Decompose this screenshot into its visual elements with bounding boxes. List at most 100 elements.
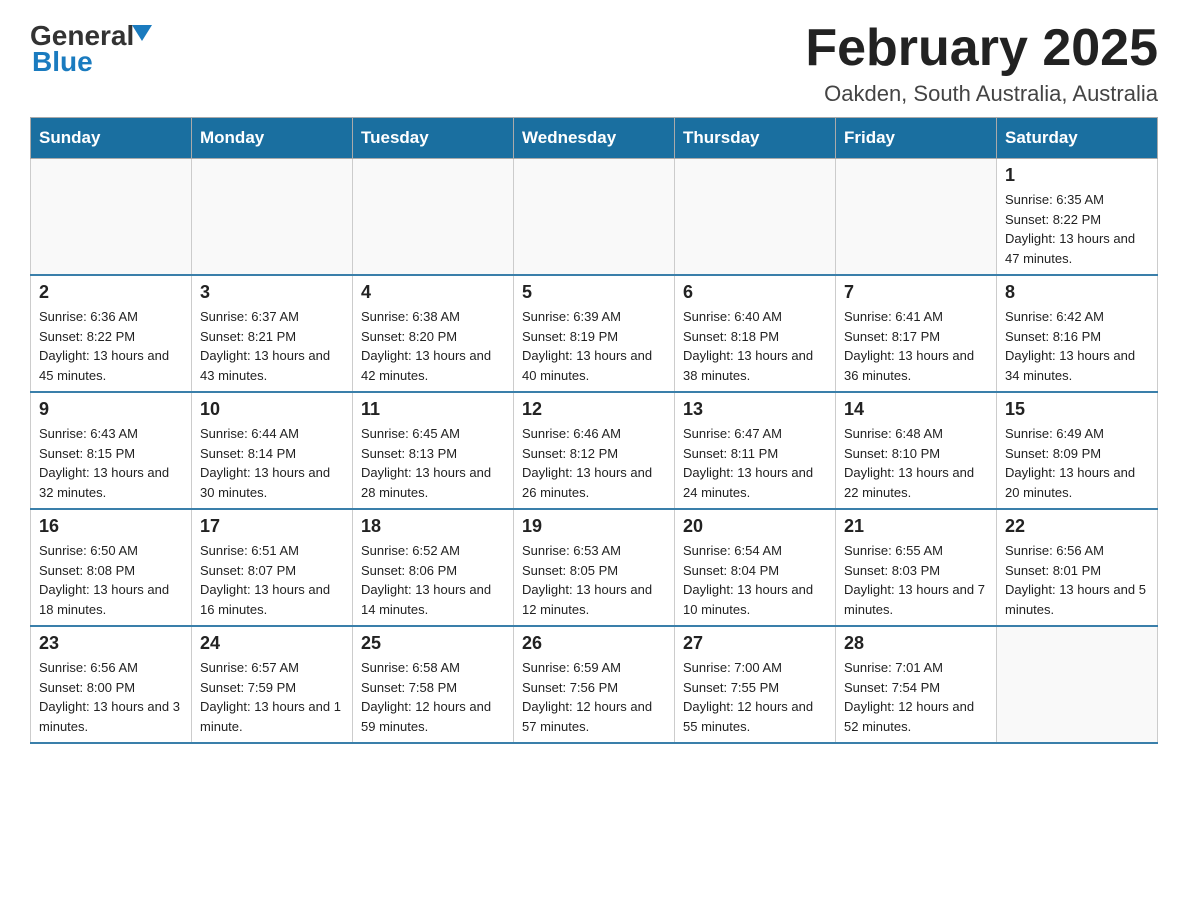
calendar-cell: 12 Sunrise: 6:46 AMSunset: 8:12 PMDayligh… (514, 392, 675, 509)
calendar-body: 1 Sunrise: 6:35 AMSunset: 8:22 PMDaylight… (31, 159, 1158, 744)
day-number: 24 (200, 633, 344, 654)
calendar-header: Sunday Monday Tuesday Wednesday Thursday… (31, 118, 1158, 159)
col-monday: Monday (192, 118, 353, 159)
calendar-cell: 23Sunrise: 6:56 AMSunset: 8:00 PMDayligh… (31, 626, 192, 743)
calendar-week-3: 9 Sunrise: 6:43 AMSunset: 8:15 PMDaylight… (31, 392, 1158, 509)
calendar-week-4: 16Sunrise: 6:50 AMSunset: 8:08 PMDayligh… (31, 509, 1158, 626)
calendar-cell: 10Sunrise: 6:44 AMSunset: 8:14 PMDayligh… (192, 392, 353, 509)
calendar-week-2: 2 Sunrise: 6:36 AMSunset: 8:22 PMDaylight… (31, 275, 1158, 392)
col-saturday: Saturday (997, 118, 1158, 159)
day-number: 2 (39, 282, 183, 303)
calendar-cell: 3 Sunrise: 6:37 AMSunset: 8:21 PMDaylight… (192, 275, 353, 392)
calendar-cell: 7 Sunrise: 6:41 AMSunset: 8:17 PMDaylight… (836, 275, 997, 392)
day-info: Sunrise: 6:42 AMSunset: 8:16 PMDaylight:… (1005, 307, 1149, 385)
col-wednesday: Wednesday (514, 118, 675, 159)
day-number: 13 (683, 399, 827, 420)
day-number: 23 (39, 633, 183, 654)
calendar-cell: 13 Sunrise: 6:47 AMSunset: 8:11 PMDayligh… (675, 392, 836, 509)
day-number: 26 (522, 633, 666, 654)
calendar-cell: 11Sunrise: 6:45 AMSunset: 8:13 PMDayligh… (353, 392, 514, 509)
day-number: 4 (361, 282, 505, 303)
day-number: 22 (1005, 516, 1149, 537)
location-subtitle: Oakden, South Australia, Australia (805, 81, 1158, 107)
day-info: Sunrise: 6:55 AMSunset: 8:03 PMDaylight:… (844, 541, 988, 619)
day-number: 20 (683, 516, 827, 537)
day-info: Sunrise: 6:37 AMSunset: 8:21 PMDaylight:… (200, 307, 344, 385)
day-info: Sunrise: 6:51 AMSunset: 8:07 PMDaylight:… (200, 541, 344, 619)
calendar-cell: 22 Sunrise: 6:56 AMSunset: 8:01 PMDayligh… (997, 509, 1158, 626)
day-info: Sunrise: 6:47 AMSunset: 8:11 PMDaylight:… (683, 424, 827, 502)
calendar-cell: 24Sunrise: 6:57 AMSunset: 7:59 PMDayligh… (192, 626, 353, 743)
day-info: Sunrise: 6:46 AMSunset: 8:12 PMDaylight:… (522, 424, 666, 502)
day-info: Sunrise: 6:54 AMSunset: 8:04 PMDaylight:… (683, 541, 827, 619)
calendar-cell: 18Sunrise: 6:52 AMSunset: 8:06 PMDayligh… (353, 509, 514, 626)
day-number: 12 (522, 399, 666, 420)
day-number: 14 (844, 399, 988, 420)
day-number: 10 (200, 399, 344, 420)
calendar-cell (514, 159, 675, 276)
calendar-cell: 15Sunrise: 6:49 AMSunset: 8:09 PMDayligh… (997, 392, 1158, 509)
calendar-cell: 4Sunrise: 6:38 AMSunset: 8:20 PMDaylight… (353, 275, 514, 392)
calendar-cell: 2 Sunrise: 6:36 AMSunset: 8:22 PMDaylight… (31, 275, 192, 392)
logo-blue-text: Blue (32, 46, 93, 78)
calendar-cell: 1 Sunrise: 6:35 AMSunset: 8:22 PMDaylight… (997, 159, 1158, 276)
header-row: Sunday Monday Tuesday Wednesday Thursday… (31, 118, 1158, 159)
calendar-cell: 28 Sunrise: 7:01 AMSunset: 7:54 PMDayligh… (836, 626, 997, 743)
page-header: General Blue February 2025 Oakden, South… (30, 20, 1158, 107)
month-title: February 2025 (805, 20, 1158, 77)
day-info: Sunrise: 7:01 AMSunset: 7:54 PMDaylight:… (844, 658, 988, 736)
day-info: Sunrise: 6:40 AMSunset: 8:18 PMDaylight:… (683, 307, 827, 385)
day-info: Sunrise: 6:39 AMSunset: 8:19 PMDaylight:… (522, 307, 666, 385)
title-block: February 2025 Oakden, South Australia, A… (805, 20, 1158, 107)
calendar-week-5: 23Sunrise: 6:56 AMSunset: 8:00 PMDayligh… (31, 626, 1158, 743)
day-number: 21 (844, 516, 988, 537)
calendar-cell (192, 159, 353, 276)
day-number: 19 (522, 516, 666, 537)
day-info: Sunrise: 6:36 AMSunset: 8:22 PMDaylight:… (39, 307, 183, 385)
day-number: 17 (200, 516, 344, 537)
day-info: Sunrise: 6:35 AMSunset: 8:22 PMDaylight:… (1005, 190, 1149, 268)
day-info: Sunrise: 6:53 AMSunset: 8:05 PMDaylight:… (522, 541, 666, 619)
day-info: Sunrise: 6:52 AMSunset: 8:06 PMDaylight:… (361, 541, 505, 619)
logo-triangle-icon (132, 25, 152, 41)
calendar-cell: 25Sunrise: 6:58 AMSunset: 7:58 PMDayligh… (353, 626, 514, 743)
calendar-cell (31, 159, 192, 276)
day-info: Sunrise: 6:41 AMSunset: 8:17 PMDaylight:… (844, 307, 988, 385)
day-number: 9 (39, 399, 183, 420)
day-number: 6 (683, 282, 827, 303)
day-number: 25 (361, 633, 505, 654)
calendar-cell (675, 159, 836, 276)
col-tuesday: Tuesday (353, 118, 514, 159)
day-info: Sunrise: 7:00 AMSunset: 7:55 PMDaylight:… (683, 658, 827, 736)
logo: General Blue (30, 20, 152, 78)
day-number: 8 (1005, 282, 1149, 303)
calendar-cell: 21 Sunrise: 6:55 AMSunset: 8:03 PMDayligh… (836, 509, 997, 626)
day-info: Sunrise: 6:43 AMSunset: 8:15 PMDaylight:… (39, 424, 183, 502)
calendar-cell (836, 159, 997, 276)
day-number: 3 (200, 282, 344, 303)
calendar-cell (353, 159, 514, 276)
day-info: Sunrise: 6:48 AMSunset: 8:10 PMDaylight:… (844, 424, 988, 502)
calendar-cell: 6 Sunrise: 6:40 AMSunset: 8:18 PMDaylight… (675, 275, 836, 392)
calendar-cell: 26 Sunrise: 6:59 AMSunset: 7:56 PMDayligh… (514, 626, 675, 743)
day-number: 15 (1005, 399, 1149, 420)
day-number: 1 (1005, 165, 1149, 186)
calendar-table: Sunday Monday Tuesday Wednesday Thursday… (30, 117, 1158, 744)
calendar-cell: 17 Sunrise: 6:51 AMSunset: 8:07 PMDayligh… (192, 509, 353, 626)
day-info: Sunrise: 6:59 AMSunset: 7:56 PMDaylight:… (522, 658, 666, 736)
day-number: 7 (844, 282, 988, 303)
calendar-cell: 20 Sunrise: 6:54 AMSunset: 8:04 PMDayligh… (675, 509, 836, 626)
col-thursday: Thursday (675, 118, 836, 159)
col-sunday: Sunday (31, 118, 192, 159)
calendar-cell: 14 Sunrise: 6:48 AMSunset: 8:10 PMDayligh… (836, 392, 997, 509)
day-number: 11 (361, 399, 505, 420)
calendar-cell: 9 Sunrise: 6:43 AMSunset: 8:15 PMDaylight… (31, 392, 192, 509)
day-number: 27 (683, 633, 827, 654)
calendar-week-1: 1 Sunrise: 6:35 AMSunset: 8:22 PMDaylight… (31, 159, 1158, 276)
calendar-cell: 19 Sunrise: 6:53 AMSunset: 8:05 PMDayligh… (514, 509, 675, 626)
calendar-cell: 5Sunrise: 6:39 AMSunset: 8:19 PMDaylight… (514, 275, 675, 392)
calendar-cell: 16Sunrise: 6:50 AMSunset: 8:08 PMDayligh… (31, 509, 192, 626)
day-number: 28 (844, 633, 988, 654)
day-info: Sunrise: 6:56 AMSunset: 8:01 PMDaylight:… (1005, 541, 1149, 619)
day-info: Sunrise: 6:50 AMSunset: 8:08 PMDaylight:… (39, 541, 183, 619)
